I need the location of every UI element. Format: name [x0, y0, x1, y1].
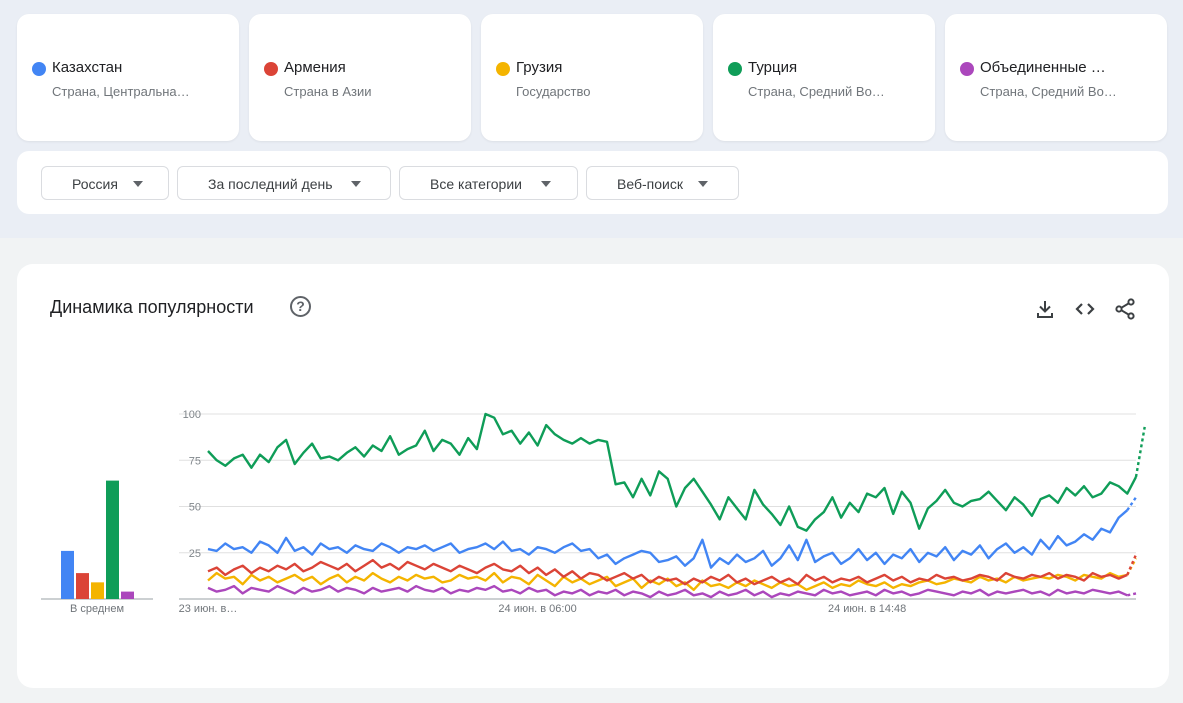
series-partial-segment	[1126, 496, 1137, 511]
caret-down-icon	[541, 181, 551, 187]
x-tick-label: 24 июн. в 06:00	[498, 603, 576, 615]
trend-chart: 100 75 50 25 23 июн. в… 24 июн. в 06:00 24 июн…	[41, 409, 1146, 615]
region-label: Россия	[72, 176, 118, 192]
caret-down-icon	[133, 181, 143, 187]
term-color-dot	[32, 62, 46, 76]
y-tick-label: 100	[183, 409, 201, 421]
interest-over-time-card: Динамика популярности ? 100 75 50 25 23 июн.…	[17, 264, 1169, 688]
term-description: Страна, Средний Во…	[980, 84, 1117, 99]
term-name: Турция	[748, 59, 798, 76]
term-name: Казахстан	[52, 59, 123, 76]
term-name: Грузия	[516, 59, 563, 76]
series-partial-segment	[1126, 554, 1138, 576]
term-card-kazakhstan[interactable]: Казахстан Страна, Центральна…	[17, 14, 239, 141]
term-name: Армения	[284, 59, 346, 76]
average-bar	[91, 582, 104, 599]
averages-label: В среднем	[70, 603, 124, 615]
term-color-dot	[264, 62, 278, 76]
category-label: Все категории	[430, 176, 522, 192]
term-description: Страна в Азии	[284, 84, 372, 99]
filter-bar: Россия За последний день Все категории В…	[17, 151, 1168, 214]
average-bar	[106, 480, 119, 599]
period-label: За последний день	[208, 176, 333, 192]
search-type-label: Веб-поиск	[617, 176, 683, 192]
series-line	[207, 412, 1138, 532]
category-dropdown[interactable]: Все категории	[399, 166, 578, 200]
term-color-dot	[496, 62, 510, 76]
caret-down-icon	[698, 181, 708, 187]
x-tick-label: 24 июн. в 14:48	[828, 603, 906, 615]
series-partial-segment	[1134, 426, 1146, 478]
average-bar	[121, 591, 134, 599]
term-card-turkey[interactable]: Турция Страна, Средний Во…	[713, 14, 935, 141]
region-dropdown[interactable]: Россия	[41, 166, 169, 200]
x-tick-label: 23 июн. в…	[179, 603, 238, 615]
y-tick-label: 75	[189, 455, 201, 467]
term-description: Страна, Средний Во…	[748, 84, 885, 99]
search-type-dropdown[interactable]: Веб-поиск	[586, 166, 739, 200]
period-dropdown[interactable]: За последний день	[177, 166, 391, 200]
term-color-dot	[960, 62, 974, 76]
term-name: Объединенные …	[980, 59, 1106, 76]
y-tick-label: 25	[189, 548, 201, 560]
term-card-armenia[interactable]: Армения Страна в Азии	[249, 14, 471, 141]
series-partial-segment	[1127, 592, 1137, 597]
term-card-georgia[interactable]: Грузия Государство	[481, 14, 703, 141]
term-description: Страна, Центральна…	[52, 84, 190, 99]
average-bar	[61, 550, 74, 599]
y-tick-label: 50	[189, 502, 201, 514]
average-bar	[76, 573, 89, 599]
term-color-dot	[728, 62, 742, 76]
term-description: Государство	[516, 84, 591, 99]
caret-down-icon	[351, 181, 361, 187]
series-line	[207, 584, 1128, 599]
term-card-uae[interactable]: Объединенные … Страна, Средний Во…	[945, 14, 1167, 141]
series-line	[207, 509, 1129, 569]
